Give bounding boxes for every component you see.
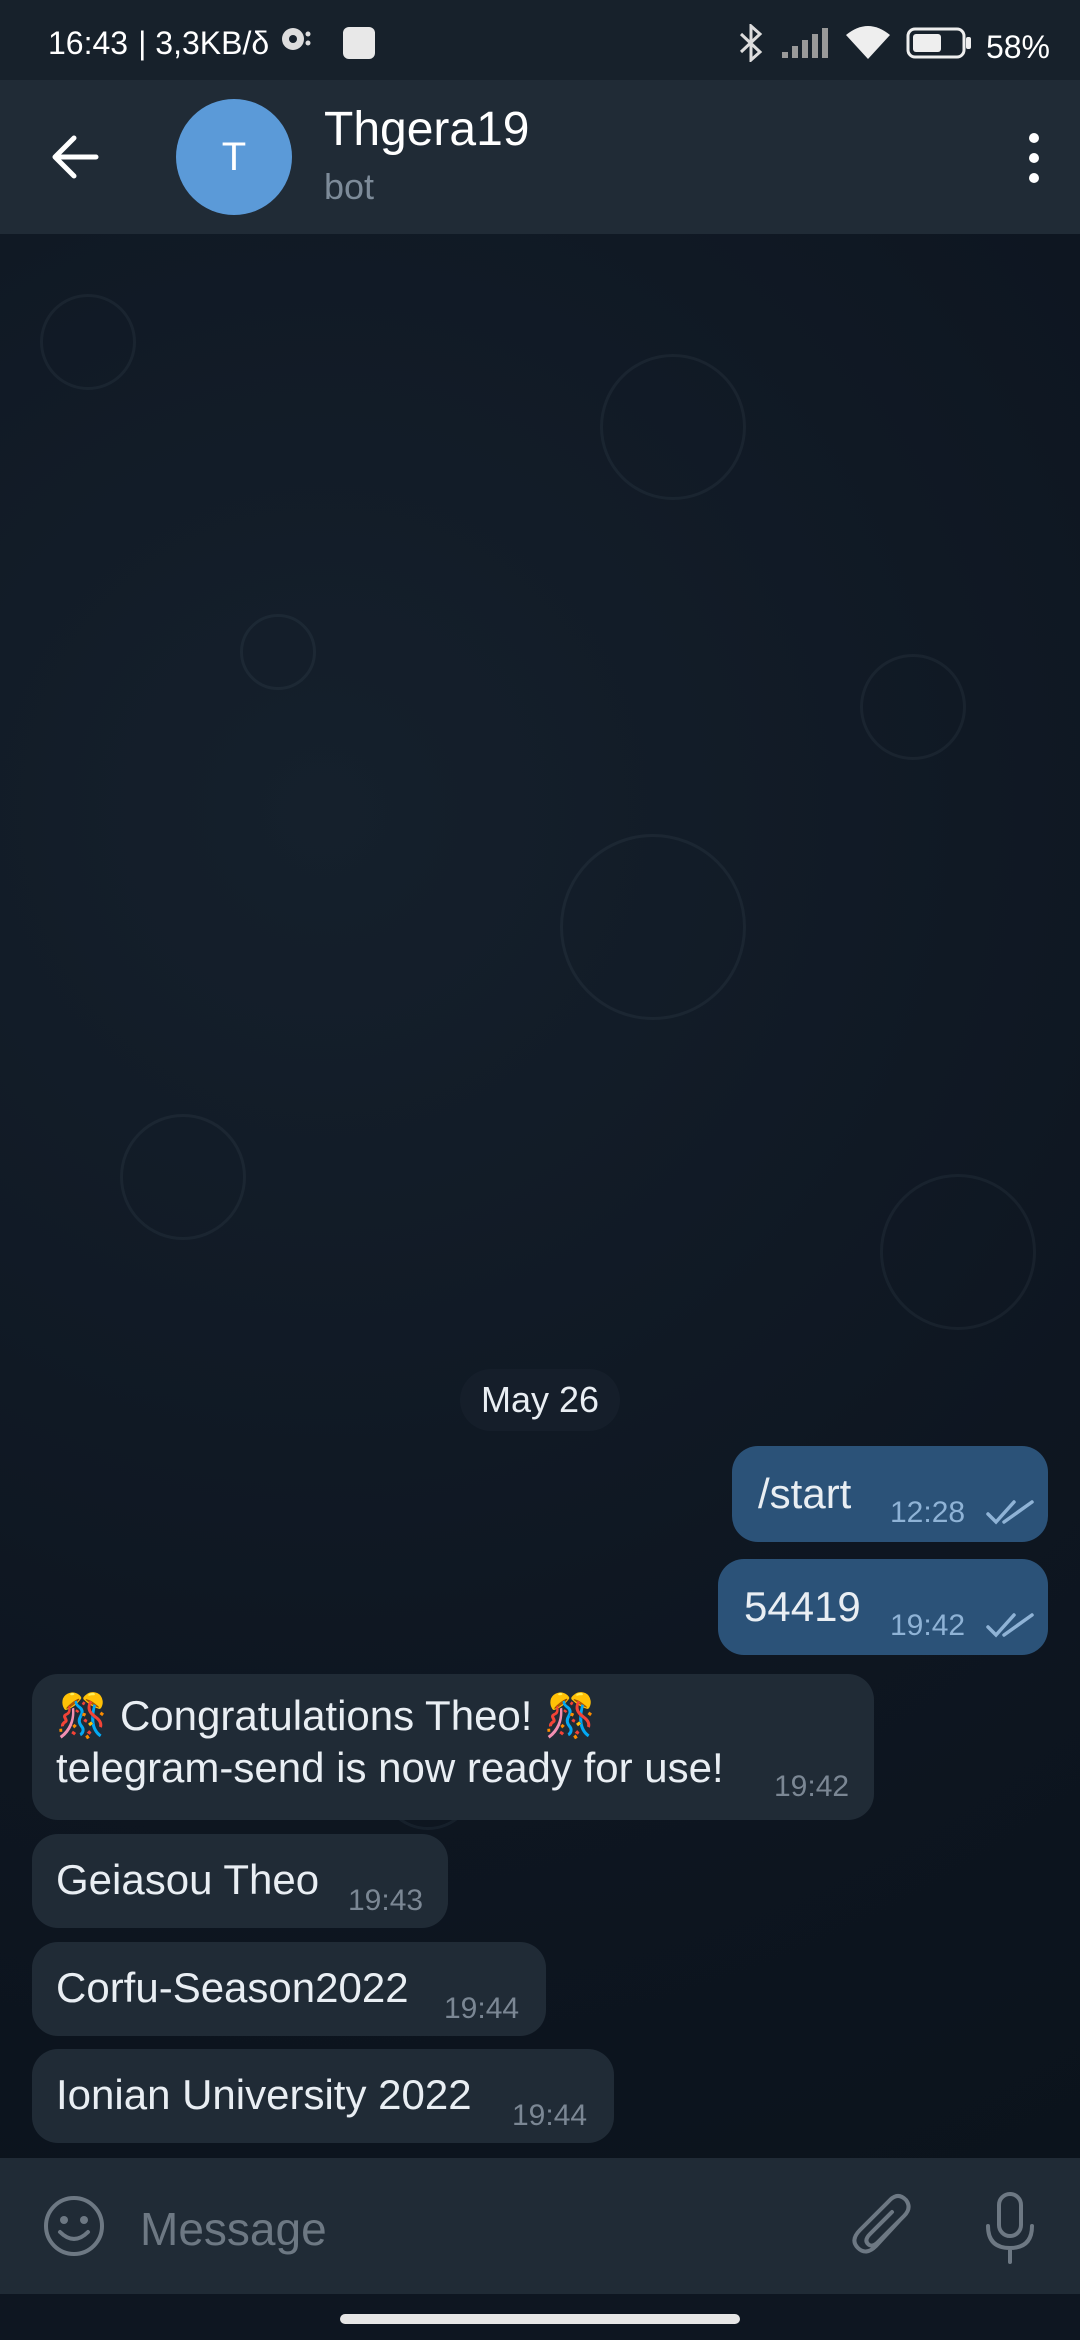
emoji-button[interactable] bbox=[42, 2194, 106, 2258]
message-text: Geiasou Theo bbox=[56, 1856, 320, 1903]
status-right: 58% bbox=[736, 22, 1050, 70]
chat-title[interactable]: Thgera19 bbox=[324, 102, 529, 157]
message-time: 12:28 bbox=[890, 1496, 966, 1529]
wallpaper-doodle bbox=[860, 654, 966, 760]
wallpaper-doodle bbox=[120, 1114, 246, 1240]
message-text: /start bbox=[758, 1470, 852, 1517]
wallpaper-doodle bbox=[600, 354, 746, 500]
message-composer: Message bbox=[0, 2158, 1080, 2294]
avatar-initial: T bbox=[221, 134, 247, 179]
message-text: 54419 bbox=[744, 1583, 861, 1630]
wifi-icon bbox=[844, 25, 892, 69]
more-vertical-icon bbox=[1029, 133, 1039, 183]
wallpaper-doodle bbox=[880, 1174, 1036, 1330]
date-separator: May 26 bbox=[460, 1369, 620, 1431]
chat-subtitle: bot bbox=[324, 166, 375, 207]
smiley-icon bbox=[44, 2196, 104, 2256]
message-time: 19:44 bbox=[444, 1992, 520, 2025]
message-text-line: telegram-send is now ready for use! bbox=[56, 1744, 724, 1791]
read-checkmarks-icon bbox=[986, 1500, 1034, 1525]
status-bar: 16:43 | 3,3KB/δ 58% bbox=[0, 0, 1080, 80]
home-gesture-handle[interactable] bbox=[340, 2314, 740, 2324]
read-checkmarks-icon bbox=[986, 1613, 1034, 1638]
notification-icon bbox=[279, 24, 313, 62]
message-text-line: 🎊 Congratulations Theo! 🎊 bbox=[56, 1692, 597, 1739]
status-time: 16:43 bbox=[48, 24, 129, 61]
battery-icon bbox=[906, 26, 972, 68]
chat-area[interactable]: May 26 /start 12:28 54419 19:42 🎊 Congra… bbox=[0, 234, 1080, 2158]
wallpaper-doodle bbox=[560, 834, 746, 1020]
app-notification-icon bbox=[343, 27, 376, 59]
more-options-button[interactable] bbox=[1014, 128, 1054, 188]
status-left: 16:43 | 3,3KB/δ bbox=[48, 24, 376, 62]
outgoing-message[interactable]: 54419 19:42 bbox=[718, 1559, 1048, 1655]
bluetooth-icon bbox=[736, 22, 766, 70]
back-button[interactable] bbox=[40, 120, 114, 194]
paperclip-icon bbox=[852, 2194, 911, 2254]
incoming-message[interactable]: Ionian University 2022 19:44 bbox=[32, 2049, 614, 2143]
back-arrow-icon bbox=[52, 135, 99, 179]
message-time: 19:42 bbox=[890, 1609, 966, 1642]
wallpaper-doodle bbox=[240, 614, 316, 690]
outgoing-message[interactable]: /start 12:28 bbox=[732, 1446, 1048, 1542]
incoming-message[interactable]: Corfu-Season2022 19:44 bbox=[32, 1942, 546, 2036]
microphone-icon bbox=[986, 2192, 1034, 2264]
wallpaper-doodle bbox=[40, 294, 136, 390]
attach-button[interactable] bbox=[850, 2190, 916, 2262]
battery-percentage: 58% bbox=[985, 28, 1050, 65]
voice-message-button[interactable] bbox=[980, 2190, 1040, 2266]
chat-header: T Thgera19 bot bbox=[0, 80, 1080, 234]
incoming-message[interactable]: Geiasou Theo 19:43 bbox=[32, 1834, 448, 1928]
avatar[interactable]: T bbox=[176, 99, 292, 215]
message-input[interactable]: Message bbox=[140, 2202, 327, 2256]
status-network-speed: | 3,3KB/δ bbox=[138, 24, 270, 61]
message-text: Ionian University 2022 bbox=[56, 2071, 472, 2118]
message-time: 19:42 bbox=[774, 1770, 850, 1803]
incoming-message[interactable]: 🎊 Congratulations Theo! 🎊 telegram-send … bbox=[32, 1674, 874, 1820]
system-navigation-bar bbox=[0, 2294, 1080, 2340]
signal-icon bbox=[780, 26, 830, 68]
message-text: Corfu-Season2022 bbox=[56, 1964, 409, 2011]
message-time: 19:44 bbox=[512, 2099, 588, 2132]
message-time: 19:43 bbox=[348, 1884, 424, 1917]
